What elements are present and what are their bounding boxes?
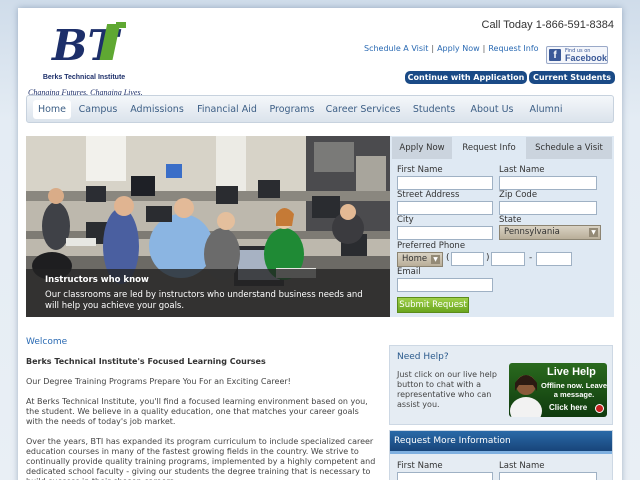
tab-apply-now[interactable]: Apply Now [392, 137, 452, 159]
bti-logo-mark: BT [51, 21, 126, 64]
phone-prefix-field[interactable] [491, 252, 525, 266]
agent-photo [510, 375, 542, 417]
tab-schedule-visit[interactable]: Schedule a Visit [526, 137, 612, 159]
hero-caption: Instructors who know Our classrooms are … [26, 269, 390, 317]
main-nav: Home Campus Admissions Financial Aid Pro… [26, 95, 614, 123]
last-name-field[interactable] [499, 176, 597, 190]
request-info-box: Request More Information First Name Last… [389, 430, 613, 480]
state-value: Pennsylvania [504, 227, 560, 237]
nav-home[interactable]: Home [33, 100, 71, 119]
nav-financial-aid[interactable]: Financial Aid [193, 100, 261, 119]
nav-career-services[interactable]: Career Services [323, 100, 403, 119]
phone-line-field[interactable] [536, 252, 572, 266]
chevron-down-icon: ▼ [589, 228, 598, 237]
logo[interactable]: BT Berks Technical Institute Changing Fu… [28, 18, 143, 100]
need-help-title: Need Help? [397, 352, 449, 362]
caption-text: Our classrooms are led by instructors wh… [45, 290, 363, 311]
page: BT Berks Technical Institute Changing Fu… [18, 8, 622, 480]
info-form-panel: Apply Now Request Info Schedule a Visit … [390, 136, 614, 317]
submit-request-button[interactable]: Submit Request [397, 297, 469, 313]
hero-slideshow[interactable]: Instructors who know Our classrooms are … [26, 136, 390, 317]
header-accent [390, 451, 612, 454]
record-icon [595, 404, 604, 413]
continue-application-button[interactable]: Continue with Application [405, 71, 527, 84]
zip-label: Zip Code [499, 190, 538, 200]
current-students-button[interactable]: Current Students [529, 71, 615, 84]
request-info-title: Request More Information [394, 436, 511, 446]
top-links: Schedule A Visit | Apply Now | Request Info [364, 44, 539, 53]
facebook-line2: Facebook [565, 53, 608, 63]
main-content: Berks Technical Institute's Focused Lear… [26, 357, 378, 480]
city-field[interactable] [397, 226, 493, 240]
email-field[interactable] [397, 278, 493, 292]
facebook-button[interactable]: f Find us on Facebook [546, 46, 608, 64]
nav-admissions[interactable]: Admissions [127, 100, 187, 119]
content-paragraph-1: At Berks Technical Institute, you'll fin… [26, 397, 368, 426]
link-separator: | [482, 44, 486, 53]
request-info-link[interactable]: Request Info [488, 44, 538, 53]
street-field[interactable] [397, 201, 493, 215]
apply-now-link[interactable]: Apply Now [437, 44, 480, 53]
content-intro: Our Degree Training Programs Prepare You… [26, 377, 291, 386]
rmi-first-name-field[interactable] [397, 472, 493, 480]
last-name-label: Last Name [499, 165, 545, 175]
nav-alumni[interactable]: Alumni [525, 100, 567, 119]
content-heading: Berks Technical Institute's Focused Lear… [26, 357, 266, 366]
phone-number: Call Today 1-866-591-8384 [481, 19, 615, 31]
live-help-status: Offline now. Leave a message. [541, 381, 607, 399]
city-label: City [397, 215, 414, 225]
phone-type-select[interactable]: Home ▼ [397, 252, 443, 267]
nav-programs[interactable]: Programs [267, 100, 317, 119]
nav-about-us[interactable]: About Us [465, 100, 519, 119]
tab-request-info[interactable]: Request Info [454, 137, 524, 159]
phone-area-field[interactable] [451, 252, 484, 266]
rmi-last-name-field[interactable] [499, 472, 597, 480]
rmi-first-name-label: First Name [397, 461, 443, 471]
institute-name: Berks Technical Institute [42, 74, 126, 81]
zip-field[interactable] [499, 201, 597, 215]
need-help-box: Need Help? Just click on our live help b… [389, 345, 613, 425]
street-label: Street Address [397, 190, 460, 200]
rmi-last-name-label: Last Name [499, 461, 545, 471]
email-label: Email [397, 267, 421, 277]
paren-close: ) [486, 253, 490, 263]
state-label: State [499, 215, 522, 225]
live-help-title: Live Help [547, 366, 596, 378]
live-help-button[interactable]: Live Help Offline now. Leave a message. … [509, 363, 607, 417]
chevron-down-icon: ▼ [431, 255, 440, 264]
request-info-header: Request More Information [390, 431, 612, 454]
caption-title: Instructors who know [45, 275, 149, 285]
schedule-visit-link[interactable]: Schedule A Visit [364, 44, 428, 53]
nav-students[interactable]: Students [409, 100, 459, 119]
phone-label: Preferred Phone [397, 241, 466, 251]
first-name-field[interactable] [397, 176, 493, 190]
live-help-click: Click here [549, 403, 588, 412]
link-separator: | [431, 44, 435, 53]
need-help-text: Just click on our live help button to ch… [397, 370, 497, 409]
nav-campus[interactable]: Campus [77, 100, 119, 119]
first-name-label: First Name [397, 165, 443, 175]
phone-dash: - [529, 253, 533, 263]
paren-open: ( [446, 253, 450, 263]
content-paragraph-2: Over the years, BTI has expanded its pro… [26, 437, 376, 480]
phone-type-value: Home [402, 254, 428, 264]
welcome-heading: Welcome [26, 337, 68, 347]
facebook-icon: f [549, 49, 561, 61]
state-select[interactable]: Pennsylvania ▼ [499, 225, 601, 240]
